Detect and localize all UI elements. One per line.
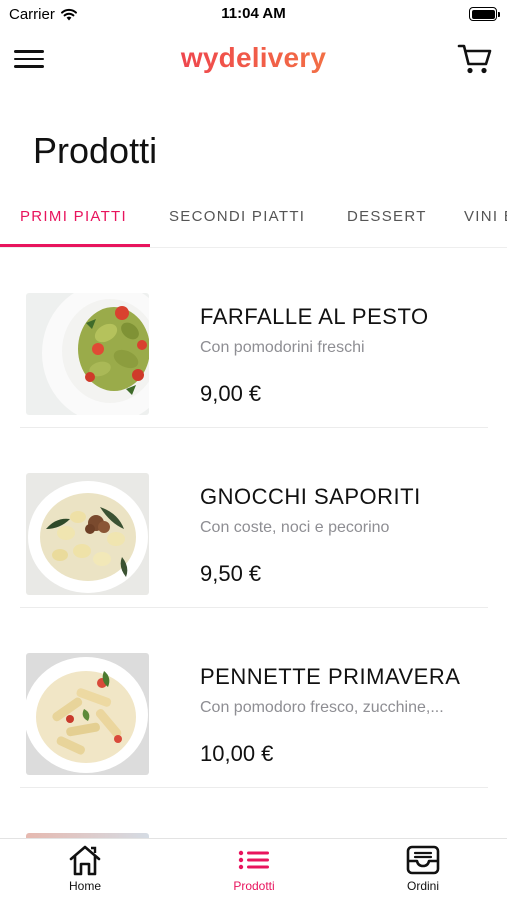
tabbar-label: Prodotti	[233, 879, 275, 893]
row-divider	[20, 787, 488, 788]
inbox-tray-icon	[406, 845, 440, 875]
page-title: Prodotti	[33, 130, 158, 171]
bottom-tab-bar: Home Prodotti Ordini	[0, 838, 507, 900]
product-row[interactable]: GNOCCHI SAPORITI Con coste, noci e pecor…	[20, 428, 488, 608]
tabbar-label: Ordini	[406, 879, 439, 893]
product-row[interactable]: FARFALLE AL PESTO Con pomodorini freschi…	[20, 248, 488, 428]
tabbar-ordini[interactable]: Ordini	[363, 843, 483, 899]
app-header: wydelivery	[0, 30, 507, 88]
status-time: 11:04 AM	[221, 5, 286, 22]
list-icon	[238, 850, 269, 870]
tabbar-label: Home	[68, 879, 101, 893]
product-description: Con pomodorini freschi	[200, 339, 365, 356]
tab-dessert[interactable]: DESSERT	[347, 208, 427, 225]
product-price: 10,00 €	[200, 741, 274, 766]
product-row[interactable]: PENNETTE PRIMAVERA Con pomodoro fresco, …	[20, 608, 488, 788]
shopping-cart-icon[interactable]	[457, 42, 493, 76]
farfalle-pesto-photo	[26, 293, 149, 415]
product-description: Con pomodoro fresco, zucchine,...	[200, 699, 444, 716]
product-description: Con coste, noci e pecorino	[200, 519, 390, 536]
status-bar: Carrier 11:04 AM	[0, 0, 507, 30]
battery-icon	[469, 7, 500, 21]
product-name: GNOCCHI SAPORITI	[200, 484, 421, 509]
tab-vini-e-bibite[interactable]: VINI E BIBITE	[464, 208, 507, 225]
pennette-photo	[26, 653, 149, 775]
tabbar-home[interactable]: Home	[25, 843, 145, 899]
tab-primi-piatti[interactable]: PRIMI PIATTI	[20, 208, 127, 225]
product-price: 9,00 €	[200, 381, 262, 406]
product-name: PENNETTE PRIMAVERA	[200, 664, 461, 689]
tab-secondi-piatti[interactable]: SECONDI PIATTI	[169, 208, 305, 225]
app-logo: wydelivery	[0, 42, 507, 74]
tabbar-prodotti[interactable]: Prodotti	[194, 843, 314, 899]
category-tabs: PRIMI PIATTI SECONDI PIATTI DESSERT VINI…	[0, 196, 507, 248]
product-price: 9,50 €	[200, 561, 262, 586]
active-tab-indicator	[0, 244, 150, 247]
product-name: FARFALLE AL PESTO	[200, 304, 429, 329]
home-icon	[69, 845, 101, 876]
gnocchi-photo	[26, 473, 149, 595]
